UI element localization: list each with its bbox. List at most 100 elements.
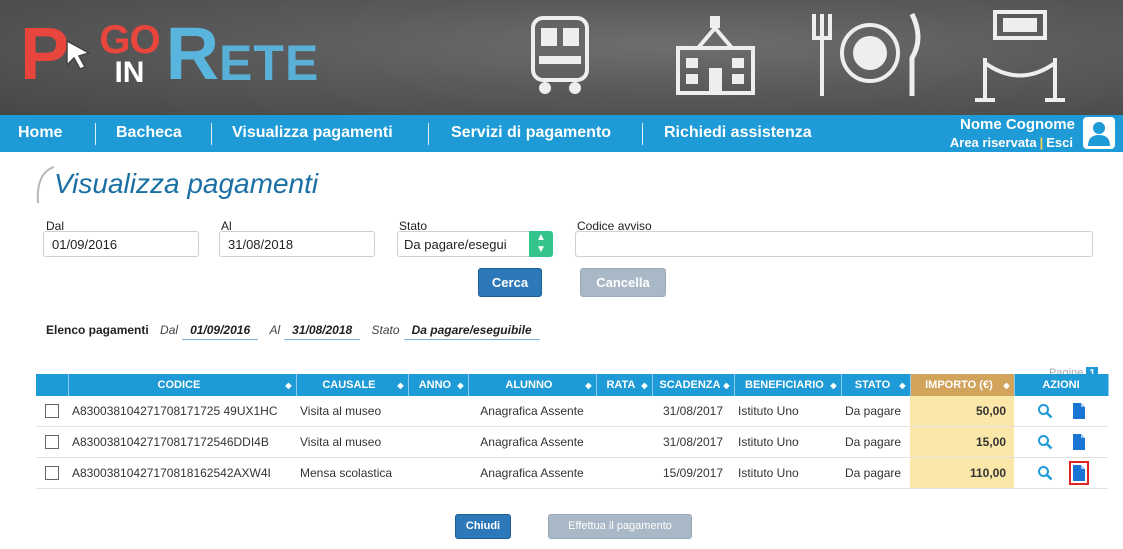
table-header-row: CODICE ◆ CAUSALE ◆ ANNO ◆ ALUNNO ◆ RATA ◆ SCA… <box>36 374 1109 396</box>
table-row: A830038104271708171725 49UX1HC Visita al… <box>36 396 1108 427</box>
cutlery-plate-icon <box>812 12 921 96</box>
cell-importo: 110,00 <box>910 457 1014 489</box>
search-icon[interactable] <box>1037 465 1053 481</box>
nav-separator <box>95 123 96 145</box>
cell-scadenza: 15/09/2017 <box>652 457 734 489</box>
summary-dal-label: Dal <box>160 323 179 337</box>
sort-icon: ◆ <box>285 381 292 390</box>
nav-home[interactable]: Home <box>18 124 62 142</box>
cell-stato: Da pagare <box>841 426 910 458</box>
sort-icon: ◆ <box>899 381 906 390</box>
museum-rope-icon <box>975 10 1065 102</box>
user-links: Area riservata | Esci <box>949 135 1073 150</box>
col-header-codice[interactable]: CODICE ◆ <box>68 374 297 396</box>
logo-in: IN <box>114 56 145 89</box>
summary-stato-label: Stato <box>371 323 400 337</box>
chiudi-button[interactable]: Chiudi <box>455 514 511 539</box>
header-banner: P GO IN R ETE <box>0 0 1123 115</box>
table-row: A83003810427170817172546DDI4B Visita al … <box>36 426 1108 458</box>
cancella-button[interactable]: Cancella <box>580 268 666 297</box>
col-header-causale[interactable]: CAUSALE ◆ <box>296 374 409 396</box>
esci-link[interactable]: Esci <box>1046 135 1073 150</box>
document-icon[interactable] <box>1072 434 1085 450</box>
cell-codice: A830038104271708171725 49UX1HC <box>68 396 296 427</box>
cell-azioni <box>1014 426 1108 458</box>
dal-date-input[interactable]: 01/09/2016 <box>43 231 199 257</box>
bus-icon <box>531 16 589 94</box>
nav-separator <box>428 123 429 145</box>
cerca-button[interactable]: Cerca <box>478 268 542 297</box>
payments-table: CODICE ◆ CAUSALE ◆ ANNO ◆ ALUNNO ◆ RATA ◆ SCA… <box>36 374 1109 489</box>
logo-ete: ETE <box>219 35 320 91</box>
cell-causale: Visita al museo <box>296 426 408 458</box>
nav-separator <box>211 123 212 145</box>
nav-separator <box>642 123 643 145</box>
logo-letter-p: P <box>20 12 69 95</box>
user-name: Nome Cognome <box>959 116 1075 133</box>
row-checkbox[interactable] <box>45 435 59 450</box>
cursor-arrow-icon <box>66 39 92 70</box>
cell-azioni <box>1014 396 1108 427</box>
nav-visualizza-pagamenti[interactable]: Visualizza pagamenti <box>232 124 393 142</box>
stato-select-value: Da pagare/esegui <box>404 237 507 252</box>
nav-richiedi-assistenza[interactable]: Richiedi assistenza <box>664 124 812 142</box>
cell-scadenza: 31/08/2017 <box>652 396 734 427</box>
sort-icon: ◆ <box>641 381 648 390</box>
cell-causale: Mensa scolastica <box>296 457 408 489</box>
logo-go: GO <box>99 18 160 62</box>
effettua-pagamento-button[interactable]: Effettua il pagamento <box>548 514 692 539</box>
cell-alunno: Anagrafica Assente <box>468 426 596 458</box>
cell-importo: 50,00 <box>910 396 1014 427</box>
cell-stato: Da pagare <box>841 457 910 489</box>
cell-beneficiario: Istituto Uno <box>734 457 841 489</box>
col-header-beneficiario[interactable]: BENEFICIARIO ◆ <box>734 374 842 396</box>
col-header-anno[interactable]: ANNO ◆ <box>408 374 469 396</box>
document-icon[interactable] <box>1068 461 1089 485</box>
row-checkbox[interactable] <box>45 404 59 419</box>
summary-al-value: 31/08/2018 <box>284 323 361 340</box>
document-icon[interactable] <box>1072 403 1085 419</box>
col-header-scadenza[interactable]: SCADENZA ◆ <box>652 374 735 396</box>
nav-bacheca[interactable]: Bacheca <box>116 124 182 142</box>
cell-alunno: Anagrafica Assente <box>468 457 596 489</box>
school-icon <box>676 16 755 95</box>
sort-icon: ◆ <box>830 381 837 390</box>
row-checkbox[interactable] <box>45 466 59 481</box>
cell-causale: Visita al museo <box>296 396 408 427</box>
sort-icon: ◆ <box>585 381 592 390</box>
cell-importo: 15,00 <box>910 426 1014 458</box>
sort-icon: ◆ <box>723 381 730 390</box>
logo-letter-r: R <box>165 12 220 95</box>
cell-scadenza: 31/08/2017 <box>652 426 734 458</box>
main-nav: Home Bacheca Visualizza pagamenti Serviz… <box>0 115 1123 152</box>
page-title: Visualizza pagamenti <box>54 168 319 199</box>
cell-anno <box>408 396 468 427</box>
col-header-stato[interactable]: STATO ◆ <box>841 374 911 396</box>
cell-codice: A83003810427170818162542AXW4I <box>68 457 296 489</box>
user-avatar-icon[interactable] <box>1083 117 1115 149</box>
col-header-azioni: AZIONI <box>1014 374 1109 396</box>
sort-icon: ◆ <box>457 381 464 390</box>
cell-alunno: Anagrafica Assente <box>468 396 596 427</box>
al-date-input[interactable]: 31/08/2018 <box>219 231 375 257</box>
sort-icon: ◆ <box>397 381 404 390</box>
table-row: A83003810427170818162542AXW4I Mensa scol… <box>36 457 1108 489</box>
cell-beneficiario: Istituto Uno <box>734 396 841 427</box>
cell-azioni <box>1014 457 1108 489</box>
codice-avviso-input[interactable] <box>575 231 1093 257</box>
pagoinrete-logo[interactable]: P GO IN R ETE <box>20 14 319 94</box>
cell-rata <box>596 457 652 489</box>
cell-anno <box>408 457 468 489</box>
cell-rata <box>596 396 652 427</box>
col-header-rata[interactable]: RATA ◆ <box>596 374 653 396</box>
stato-select[interactable]: Da pagare/esegui ▲ ▼ <box>397 231 553 257</box>
sort-icon: ◆ <box>1003 381 1010 390</box>
nav-servizi-di-pagamento[interactable]: Servizi di pagamento <box>451 124 611 142</box>
search-icon[interactable] <box>1037 434 1053 450</box>
col-header-importo[interactable]: IMPORTO (€) ◆ <box>910 374 1015 396</box>
select-spinner-icon: ▲ ▼ <box>529 231 553 257</box>
col-header-alunno[interactable]: ALUNNO ◆ <box>468 374 597 396</box>
area-riservata-link[interactable]: Area riservata <box>950 135 1037 150</box>
cell-beneficiario: Istituto Uno <box>734 426 841 458</box>
search-icon[interactable] <box>1037 403 1053 419</box>
